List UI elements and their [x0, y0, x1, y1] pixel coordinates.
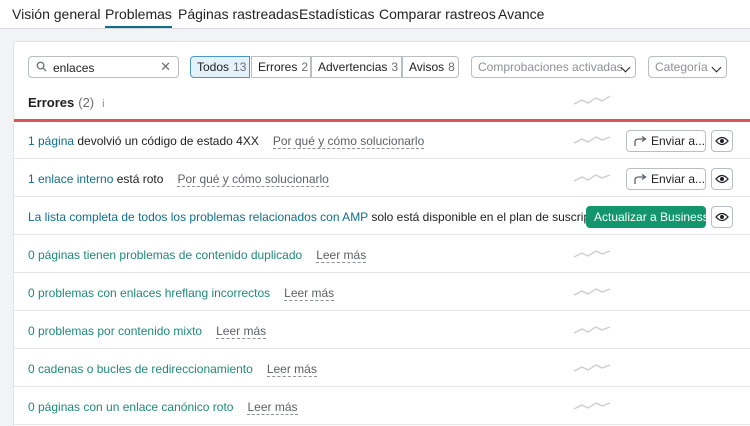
read-more-link[interactable]: Leer más — [247, 400, 298, 415]
sparkline-icon — [573, 174, 611, 182]
issue-row: 0 páginas con un enlace canónico roto Lee… — [14, 388, 750, 425]
read-more-link[interactable]: Leer más — [316, 248, 367, 263]
sparkline-icon — [573, 95, 611, 105]
sparkline-icon — [573, 402, 611, 410]
issue-description: 0 problemas con enlaces hreflang incorre… — [28, 286, 271, 300]
issue-text: 1 enlace interno está roto Por qué y cómo… — [28, 172, 329, 187]
share-arrow-icon — [634, 174, 647, 184]
why-link[interactable]: Por qué y cómo solucionarlo — [177, 172, 329, 187]
issue-description: 0 páginas tienen problemas de contenido … — [28, 248, 303, 262]
read-more-link[interactable]: Leer más — [216, 324, 267, 339]
issue-text: 0 problemas por contenido mixto Leer más — [28, 324, 267, 339]
sparkline-icon — [573, 326, 611, 334]
sparkline-icon — [573, 288, 611, 296]
checks-dropdown[interactable]: Comprobaciones activadas — [471, 56, 636, 78]
filter-label: Errores — [258, 60, 298, 74]
issue-text: 0 páginas con un enlace canónico roto Lee… — [28, 400, 298, 415]
filter-todos[interactable]: Todos 13 — [190, 56, 250, 78]
search-input[interactable]: enlaces ✕ — [28, 56, 179, 78]
issue-row: 1 página devolvió un código de estado 4X… — [14, 122, 750, 159]
section-count: (2) — [78, 95, 95, 110]
filter-count: 3 — [391, 60, 399, 74]
issue-text: 0 cadenas o bucles de redireccionamiento… — [28, 362, 317, 377]
send-to-button[interactable]: Enviar a... — [626, 168, 706, 190]
section-title: Errores (2) i — [28, 95, 105, 110]
sparkline-icon — [573, 136, 611, 144]
issue-description: solo está disponible en el plan de suscr… — [367, 210, 609, 224]
view-button[interactable] — [711, 206, 733, 228]
issue-description: 0 páginas con un enlace canónico roto — [28, 400, 234, 414]
filter-label: Advertencias — [318, 60, 388, 74]
search-icon — [36, 61, 47, 72]
sparkline-icon — [573, 364, 611, 372]
issue-row: 1 enlace interno está roto Por qué y cómo… — [14, 160, 750, 197]
issue-text: 0 problemas con enlaces hreflang incorre… — [28, 286, 335, 301]
info-icon[interactable]: i — [102, 98, 104, 110]
filter-count: 8 — [448, 60, 455, 74]
send-to-button[interactable]: Enviar a... — [626, 130, 706, 152]
tab-estadisticas[interactable]: Estadísticas — [299, 6, 374, 28]
category-dropdown[interactable]: Categoría — [648, 56, 727, 78]
clear-search-icon[interactable]: ✕ — [160, 59, 171, 75]
why-link[interactable]: Por qué y cómo solucionarlo — [272, 134, 425, 149]
category-dropdown-label: Categoría — [655, 60, 708, 74]
view-button[interactable] — [711, 168, 733, 190]
filter-count: 13 — [233, 60, 247, 74]
read-more-link[interactable]: Leer más — [284, 286, 335, 301]
share-arrow-icon — [634, 136, 647, 146]
issue-link[interactable]: 1 enlace interno — [28, 172, 113, 186]
filter-label: Avisos — [409, 60, 445, 74]
filter-advertencias[interactable]: Advertencias 3 — [311, 56, 402, 78]
issue-text: 1 página devolvió un código de estado 4X… — [28, 134, 425, 149]
issue-text: La lista completa de todos los problemas… — [28, 210, 609, 224]
issue-row: 0 páginas tienen problemas de contenido … — [14, 236, 750, 273]
eye-icon — [715, 136, 729, 146]
issues-card: enlaces ✕ Todos 13 Errores 2 Advertencias 3… — [13, 41, 750, 426]
send-to-label: Enviar a... — [651, 134, 706, 148]
checks-dropdown-label: Comprobaciones activadas — [478, 60, 623, 74]
issue-row: 0 cadenas o bucles de redireccionamiento… — [14, 350, 750, 387]
eye-icon — [715, 174, 729, 184]
filter-label: Todos — [197, 60, 230, 74]
upgrade-business-button[interactable]: Actualizar a Business — [586, 206, 709, 228]
tab-paginas-rastreadas[interactable]: Páginas rastreadas — [178, 6, 299, 28]
issue-link[interactable]: La lista completa de todos los problemas… — [28, 210, 368, 224]
view-button[interactable] — [711, 130, 733, 152]
issue-description: 0 problemas por contenido mixto — [28, 324, 203, 338]
read-more-link[interactable]: Leer más — [266, 362, 317, 377]
tab-problemas[interactable]: Problemas — [105, 6, 172, 28]
tab-comparar-rastreos[interactable]: Comparar rastreos — [379, 6, 496, 28]
tab-avance[interactable]: Avance — [498, 6, 544, 28]
send-to-label: Enviar a... — [651, 172, 706, 186]
issue-row: 0 problemas con enlaces hreflang incorre… — [14, 274, 750, 311]
sparkline-icon — [573, 250, 611, 258]
top-tabs: Visión general Problemas Páginas rastrea… — [0, 0, 750, 29]
filter-count: 2 — [301, 60, 309, 74]
section-title-text: Errores — [28, 95, 75, 110]
issue-description: 0 cadenas o bucles de redireccionamiento — [28, 362, 253, 376]
issue-link[interactable]: 1 página — [28, 134, 74, 148]
eye-icon — [715, 212, 729, 222]
filter-errores[interactable]: Errores 2 — [251, 56, 311, 78]
issue-description: devolvió un código de estado 4XX — [74, 134, 259, 148]
filter-avisos[interactable]: Avisos 8 — [402, 56, 459, 78]
issue-description: está roto — [113, 172, 164, 186]
issue-text: 0 páginas tienen problemas de contenido … — [28, 248, 367, 263]
issue-row: La lista completa de todos los problemas… — [14, 198, 750, 235]
tab-vision-general[interactable]: Visión general — [12, 6, 100, 28]
chevron-down-icon — [711, 62, 722, 73]
search-value: enlaces — [53, 61, 95, 75]
issue-row: 0 problemas por contenido mixto Leer más — [14, 312, 750, 349]
